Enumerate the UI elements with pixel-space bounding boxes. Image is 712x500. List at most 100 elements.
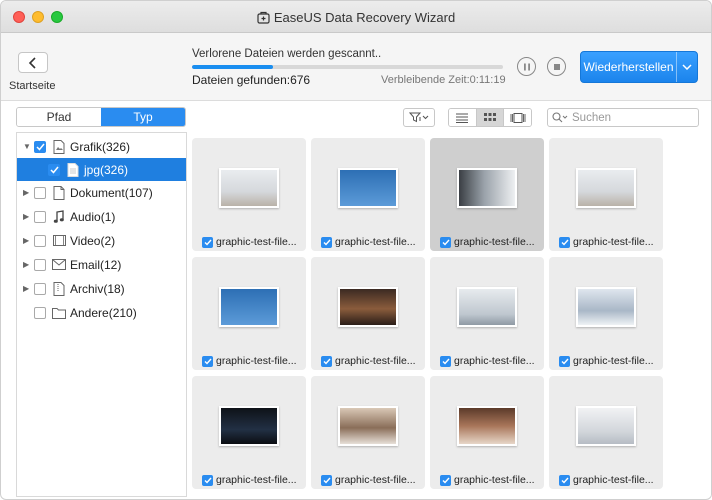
tab-switcher: Pfad Typ [16,107,186,127]
file-card[interactable]: graphic-test-file... [192,257,306,370]
file-card[interactable]: graphic-test-file... [311,376,425,489]
checkmark-icon [561,239,569,246]
thumbnail-image [459,408,515,444]
file-card-label: graphic-test-file... [202,236,297,248]
thumbnail-image [578,289,634,325]
image-file-icon [52,139,66,154]
expand-right-icon[interactable]: ▶ [23,236,31,245]
file-card[interactable]: graphic-test-file... [192,376,306,489]
expand-right-icon[interactable]: ▶ [23,188,31,197]
file-card-label: graphic-test-file... [559,355,654,367]
tree-item-label: Dokument(107) [70,185,153,200]
expand-right-icon[interactable]: ▶ [23,284,31,293]
file-card[interactable]: graphic-test-file... [311,138,425,251]
expand-right-icon[interactable]: ▶ [23,212,31,221]
file-checkbox[interactable] [202,474,213,486]
file-checkbox[interactable] [202,236,213,248]
tree-item[interactable]: Andere(210) [17,301,186,324]
filmstrip-view-button[interactable] [504,109,531,126]
file-name: graphic-test-file... [573,474,654,486]
tree-checkbox[interactable] [48,163,60,176]
file-thumbnail [338,287,398,327]
file-card-label: graphic-test-file... [202,474,297,486]
filter-icon [409,112,429,123]
file-name: graphic-test-file... [454,355,535,367]
app-logo-icon [257,11,270,27]
file-checkbox[interactable] [202,355,213,367]
file-checkbox[interactable] [559,355,570,367]
stop-scan-button[interactable] [547,57,566,76]
back-button[interactable] [18,52,48,73]
file-card-label: graphic-test-file... [559,474,654,486]
tree-item[interactable]: ▶ Audio(1) [17,205,186,228]
list-view-button[interactable] [449,109,477,126]
expand-down-icon[interactable]: ▼ [23,142,31,151]
file-thumbnail [576,168,636,208]
scan-toolbar: Startseite Verlorene Dateien werden gesc… [1,33,711,101]
file-thumbnail [219,406,279,446]
file-card[interactable]: graphic-test-file... [192,138,306,251]
back-label[interactable]: Startseite [9,80,55,92]
file-checkbox[interactable] [559,474,570,486]
file-card[interactable]: graphic-test-file... [430,376,544,489]
tree-item[interactable]: ▶ Archiv(18) [17,277,186,300]
tree-item[interactable]: ▶ Dokument(107) [17,181,186,204]
checkmark-icon [323,358,331,365]
file-thumbnail [457,168,517,208]
file-card[interactable]: graphic-test-file... [430,138,544,251]
restore-button[interactable]: Wiederherstellen [580,51,698,83]
file-checkbox[interactable] [321,355,332,367]
file-card[interactable]: graphic-test-file... [549,376,663,489]
file-checkbox[interactable] [440,474,451,486]
file-checkbox[interactable] [559,236,570,248]
file-thumbnail [219,168,279,208]
file-type-tree: ▼ Grafik(326) jpg(326) ▶ Dokument(107) ▶ Audio… [16,132,187,497]
file-card-label: graphic-test-file... [321,474,416,486]
grid-view-button[interactable] [476,109,505,126]
restore-button-label: Wiederherstellen [583,60,674,74]
scan-progress-bar [192,65,503,69]
view-controls: Pfad Typ Suchen [1,102,711,132]
file-checkbox[interactable] [321,236,332,248]
tree-item[interactable]: jpg(326) [17,158,186,181]
file-checkbox[interactable] [440,236,451,248]
checkmark-icon [323,477,331,484]
tree-checkbox[interactable] [34,210,46,223]
file-checkbox[interactable] [321,474,332,486]
file-card[interactable]: graphic-test-file... [549,257,663,370]
file-name: graphic-test-file... [335,236,416,248]
tab-typ[interactable]: Typ [101,108,185,126]
thumbnail-image [221,170,277,206]
filmstrip-view-icon [510,112,526,123]
file-card-label: graphic-test-file... [440,474,535,486]
file-thumbnail [338,406,398,446]
file-card[interactable]: graphic-test-file... [549,138,663,251]
pause-icon [523,63,530,70]
tab-pfad[interactable]: Pfad [17,108,101,126]
checkmark-icon [204,477,212,484]
file-card-label: graphic-test-file... [202,355,297,367]
file-card[interactable]: graphic-test-file... [311,257,425,370]
tree-item[interactable]: ▶ Video(2) [17,229,186,252]
tree-item[interactable]: ▶ Email(12) [17,253,186,276]
tree-checkbox[interactable] [34,306,46,319]
restore-dropdown-button[interactable] [677,64,697,70]
tree-checkbox[interactable] [34,186,46,199]
tree-item-label: jpg(326) [84,162,129,177]
tree-checkbox[interactable] [34,282,46,295]
file-card-label: graphic-test-file... [321,355,416,367]
tree-checkbox[interactable] [34,140,46,153]
checkmark-icon [35,143,45,151]
filter-button[interactable] [403,108,435,127]
pause-scan-button[interactable] [517,57,536,76]
file-card[interactable]: graphic-test-file... [430,257,544,370]
tree-checkbox[interactable] [34,234,46,247]
thumbnail-image [221,408,277,444]
tree-item[interactable]: ▼ Grafik(326) [17,135,186,158]
tree-checkbox[interactable] [34,258,46,271]
expand-right-icon[interactable]: ▶ [23,260,31,269]
search-placeholder: Suchen [572,111,612,124]
file-checkbox[interactable] [440,355,451,367]
window-title: EaseUS Data Recovery Wizard [1,10,711,27]
search-field[interactable]: Suchen [547,108,699,127]
